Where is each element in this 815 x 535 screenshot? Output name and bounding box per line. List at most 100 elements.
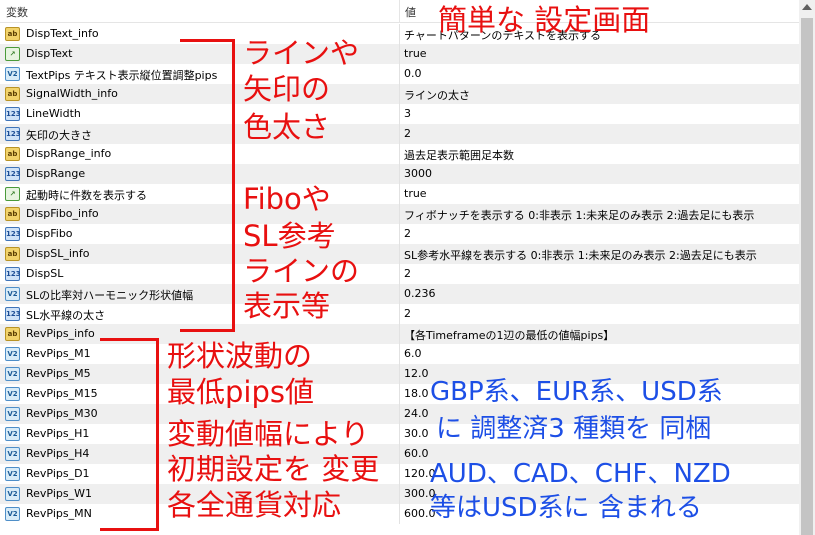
integer-type-icon: 123 bbox=[5, 267, 21, 281]
parameter-value[interactable]: フィボナッチを表示する 0:非表示 1:未来足のみ表示 2:過去足にも表示 bbox=[404, 207, 754, 223]
parameter-value[interactable]: 0.0 bbox=[404, 67, 422, 80]
double-type-icon: V2 bbox=[5, 487, 20, 501]
cell-divider bbox=[399, 304, 400, 324]
cell-divider bbox=[399, 264, 400, 284]
table-row[interactable]: V2 TextPips テキスト表示縦位置調整pips 0.0 bbox=[0, 64, 799, 84]
table-row[interactable]: 123 DispSL 2 bbox=[0, 264, 799, 284]
integer-type-icon: 123 bbox=[5, 227, 21, 241]
scrollbar-thumb[interactable] bbox=[801, 18, 813, 535]
scroll-up-icon[interactable] bbox=[802, 4, 812, 10]
table-row[interactable]: ab DispSL_info SL参考水平線を表示する 0:非表示 1:未来足のみ表… bbox=[0, 244, 799, 264]
bracket-settings bbox=[180, 39, 235, 332]
parameter-value[interactable]: 2 bbox=[404, 307, 411, 320]
annotation-line-8: 形状波動の bbox=[167, 339, 313, 373]
annotation-blue-1: GBP系、EUR系、USD系 bbox=[430, 377, 723, 407]
parameter-name: SL水平線の太さ bbox=[26, 309, 106, 322]
parameter-value[interactable]: 0.236 bbox=[404, 287, 436, 300]
annotation-title: 簡単な 設定画面 bbox=[438, 3, 651, 37]
parameter-name: RevPips_H4 bbox=[26, 447, 90, 460]
parameter-name: RevPips_M1 bbox=[26, 347, 91, 360]
table-row[interactable]: 123 DispRange 3000 bbox=[0, 164, 799, 184]
table-row[interactable]: ab DispRange_info 過去足表示範囲足本数 bbox=[0, 144, 799, 164]
annotation-blue-4: 等はUSD系に 含まれる bbox=[430, 493, 702, 523]
parameter-value[interactable]: 3000 bbox=[404, 167, 432, 180]
parameter-value[interactable]: 24.0 bbox=[404, 407, 429, 420]
parameter-name: RevPips_M15 bbox=[26, 387, 98, 400]
annotation-line-11: 初期設定を 変更 bbox=[167, 452, 380, 486]
parameter-value[interactable]: 【各Timeframeの1辺の最低の値幅pips】 bbox=[404, 327, 614, 343]
annotation-line-1: ラインや bbox=[243, 36, 360, 70]
column-header-variable[interactable]: 変数 bbox=[6, 4, 28, 20]
parameter-value[interactable]: 過去足表示範囲足本数 bbox=[404, 147, 514, 163]
table-row[interactable]: 123 矢印の大きさ 2 bbox=[0, 124, 799, 144]
parameter-value[interactable]: 30.0 bbox=[404, 427, 429, 440]
string-type-icon: ab bbox=[5, 147, 20, 161]
annotation-line-3: 色太さ bbox=[243, 110, 331, 144]
annotation-blue-2: に 調整済3 種類を 同梱 bbox=[436, 414, 712, 444]
parameter-value[interactable]: true bbox=[404, 187, 427, 200]
cell-divider bbox=[399, 104, 400, 124]
cell-divider bbox=[399, 364, 400, 384]
parameter-name: DispSL_info bbox=[26, 247, 90, 260]
table-row[interactable]: V2 SLの比率対ハーモニック形状値幅 0.236 bbox=[0, 284, 799, 304]
annotation-line-2: 矢印の bbox=[243, 72, 331, 106]
integer-type-icon: 123 bbox=[5, 107, 21, 121]
table-row[interactable]: ab SignalWidth_info ラインの太さ bbox=[0, 84, 799, 104]
cell-divider bbox=[399, 484, 400, 504]
cell-divider bbox=[399, 184, 400, 204]
parameter-name: 矢印の大きさ bbox=[26, 129, 92, 142]
integer-type-icon: 123 bbox=[5, 307, 21, 321]
cell-divider bbox=[399, 24, 400, 44]
parameter-value[interactable]: true bbox=[404, 47, 427, 60]
cell-divider bbox=[399, 324, 400, 344]
parameter-value[interactable]: 2 bbox=[404, 267, 411, 280]
parameter-value[interactable]: ラインの太さ bbox=[404, 87, 470, 103]
table-row[interactable]: 123 LineWidth 3 bbox=[0, 104, 799, 124]
parameter-value[interactable]: 2 bbox=[404, 227, 411, 240]
double-type-icon: V2 bbox=[5, 67, 20, 81]
column-header-value[interactable]: 値 bbox=[405, 4, 416, 20]
boolean-type-icon: ↗ bbox=[5, 47, 20, 61]
cell-divider bbox=[399, 504, 400, 524]
parameter-name: DispFibo_info bbox=[26, 207, 99, 220]
double-type-icon: V2 bbox=[5, 467, 20, 481]
table-row[interactable]: 123 SL水平線の太さ 2 bbox=[0, 304, 799, 324]
cell-divider bbox=[399, 84, 400, 104]
parameter-value[interactable]: 12.0 bbox=[404, 367, 429, 380]
annotation-blue-3: AUD、CAD、CHF、NZD bbox=[430, 459, 731, 489]
parameter-name: DispRange_info bbox=[26, 147, 112, 160]
parameter-name: RevPips_M5 bbox=[26, 367, 91, 380]
double-type-icon: V2 bbox=[5, 407, 20, 421]
table-row[interactable]: ↗ DispText true bbox=[0, 44, 799, 64]
cell-divider bbox=[399, 64, 400, 84]
double-type-icon: V2 bbox=[5, 447, 20, 461]
table-row[interactable]: ↗ 起動時に件数を表示する true bbox=[0, 184, 799, 204]
parameter-value[interactable]: SL参考水平線を表示する 0:非表示 1:未来足のみ表示 2:過去足にも表示 bbox=[404, 247, 757, 263]
parameter-value[interactable]: 6.0 bbox=[404, 347, 422, 360]
double-type-icon: V2 bbox=[5, 347, 20, 361]
annotation-line-6: ラインの bbox=[243, 254, 360, 288]
parameter-value[interactable]: 2 bbox=[404, 127, 411, 140]
cell-divider bbox=[399, 464, 400, 484]
table-row[interactable]: ab DispText_info チャートパターンのテキストを表示する bbox=[0, 24, 799, 44]
parameter-name: RevPips_H1 bbox=[26, 427, 90, 440]
annotation-line-7: 表示等 bbox=[243, 289, 331, 323]
cell-divider bbox=[399, 144, 400, 164]
annotation-line-10: 変動値幅により bbox=[167, 417, 370, 451]
vertical-scrollbar[interactable] bbox=[799, 0, 815, 535]
parameter-name: DispText bbox=[26, 47, 73, 60]
parameter-value[interactable]: 3 bbox=[404, 107, 411, 120]
double-type-icon: V2 bbox=[5, 287, 20, 301]
cell-divider bbox=[399, 444, 400, 464]
string-type-icon: ab bbox=[5, 207, 20, 221]
column-divider[interactable] bbox=[399, 0, 400, 22]
parameter-name: DispSL bbox=[26, 267, 64, 280]
table-row[interactable]: 123 DispFibo 2 bbox=[0, 224, 799, 244]
annotation-line-12: 各全通貨対応 bbox=[167, 488, 342, 522]
parameter-value[interactable]: 18.0 bbox=[404, 387, 429, 400]
parameter-value[interactable]: 60.0 bbox=[404, 447, 429, 460]
parameter-name: RevPips_info bbox=[26, 327, 95, 340]
string-type-icon: ab bbox=[5, 247, 20, 261]
table-row[interactable]: ab DispFibo_info フィボナッチを表示する 0:非表示 1:未来足のみ… bbox=[0, 204, 799, 224]
parameter-name: DispText_info bbox=[26, 27, 99, 40]
